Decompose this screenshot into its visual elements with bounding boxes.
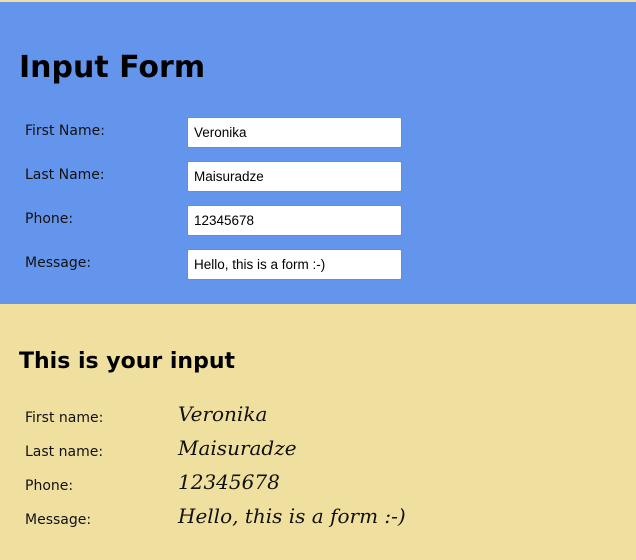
- output-message-label: Message:: [25, 512, 92, 528]
- last-name-label: Last Name:: [25, 167, 105, 183]
- output-first-name-value: Veronika: [178, 402, 268, 426]
- output-first-name-row: First name: Veronika: [0, 402, 636, 434]
- output-section: This is your input First name: Veronika …: [0, 304, 636, 560]
- last-name-input[interactable]: [187, 161, 402, 192]
- first-name-input[interactable]: [187, 117, 402, 148]
- message-label: Message:: [25, 255, 92, 271]
- output-title: This is your input: [19, 349, 236, 374]
- first-name-row: First Name:: [0, 117, 636, 149]
- output-phone-row: Phone: 12345678: [0, 470, 636, 502]
- output-phone-value: 12345678: [178, 470, 280, 494]
- first-name-label: First Name:: [25, 123, 105, 139]
- message-input[interactable]: [187, 249, 402, 280]
- output-message-row: Message: Hello, this is a form :-): [0, 504, 636, 536]
- output-message-value: Hello, this is a form :-): [178, 504, 406, 528]
- message-row: Message:: [0, 249, 636, 281]
- output-last-name-row: Last name: Maisuradze: [0, 436, 636, 468]
- phone-row: Phone:: [0, 205, 636, 237]
- output-last-name-label: Last name:: [25, 444, 104, 460]
- output-last-name-value: Maisuradze: [178, 436, 297, 460]
- input-form-section: Input Form First Name: Last Name: Phone:…: [0, 2, 636, 304]
- output-first-name-label: First name:: [25, 410, 104, 426]
- phone-label: Phone:: [25, 211, 74, 227]
- form-title: Input Form: [19, 50, 206, 85]
- last-name-row: Last Name:: [0, 161, 636, 193]
- phone-input[interactable]: [187, 205, 402, 236]
- output-phone-label: Phone:: [25, 478, 74, 494]
